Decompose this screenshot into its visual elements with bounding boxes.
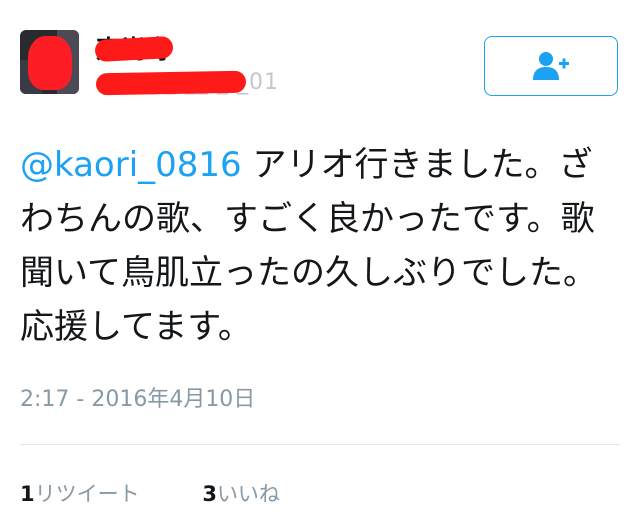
retweets-count: 1 [20, 482, 35, 506]
tweet-stats: 1リツイート 3いいね [20, 478, 336, 508]
likes-label: いいね [216, 482, 280, 506]
name-redaction [94, 35, 174, 63]
handle-redaction [95, 70, 247, 96]
tweet-text: @kaori_0816 アリオ行きました。ざわちんの歌、すごく良かったです。歌聞… [20, 138, 620, 354]
likes-stat[interactable]: 3いいね [202, 478, 280, 508]
retweets-stat[interactable]: 1リツイート [20, 478, 140, 508]
timestamp[interactable]: 2:17 - 2016年4月10日 [20, 381, 255, 413]
retweets-label: リツイート [34, 482, 140, 506]
avatar[interactable] [20, 30, 79, 94]
mention-link[interactable]: @kaori_0816 [20, 145, 242, 185]
likes-count: 3 [202, 482, 217, 506]
follow-button[interactable] [484, 36, 618, 96]
avatar-redaction [28, 36, 72, 90]
divider [20, 444, 620, 445]
add-user-icon [533, 52, 569, 80]
